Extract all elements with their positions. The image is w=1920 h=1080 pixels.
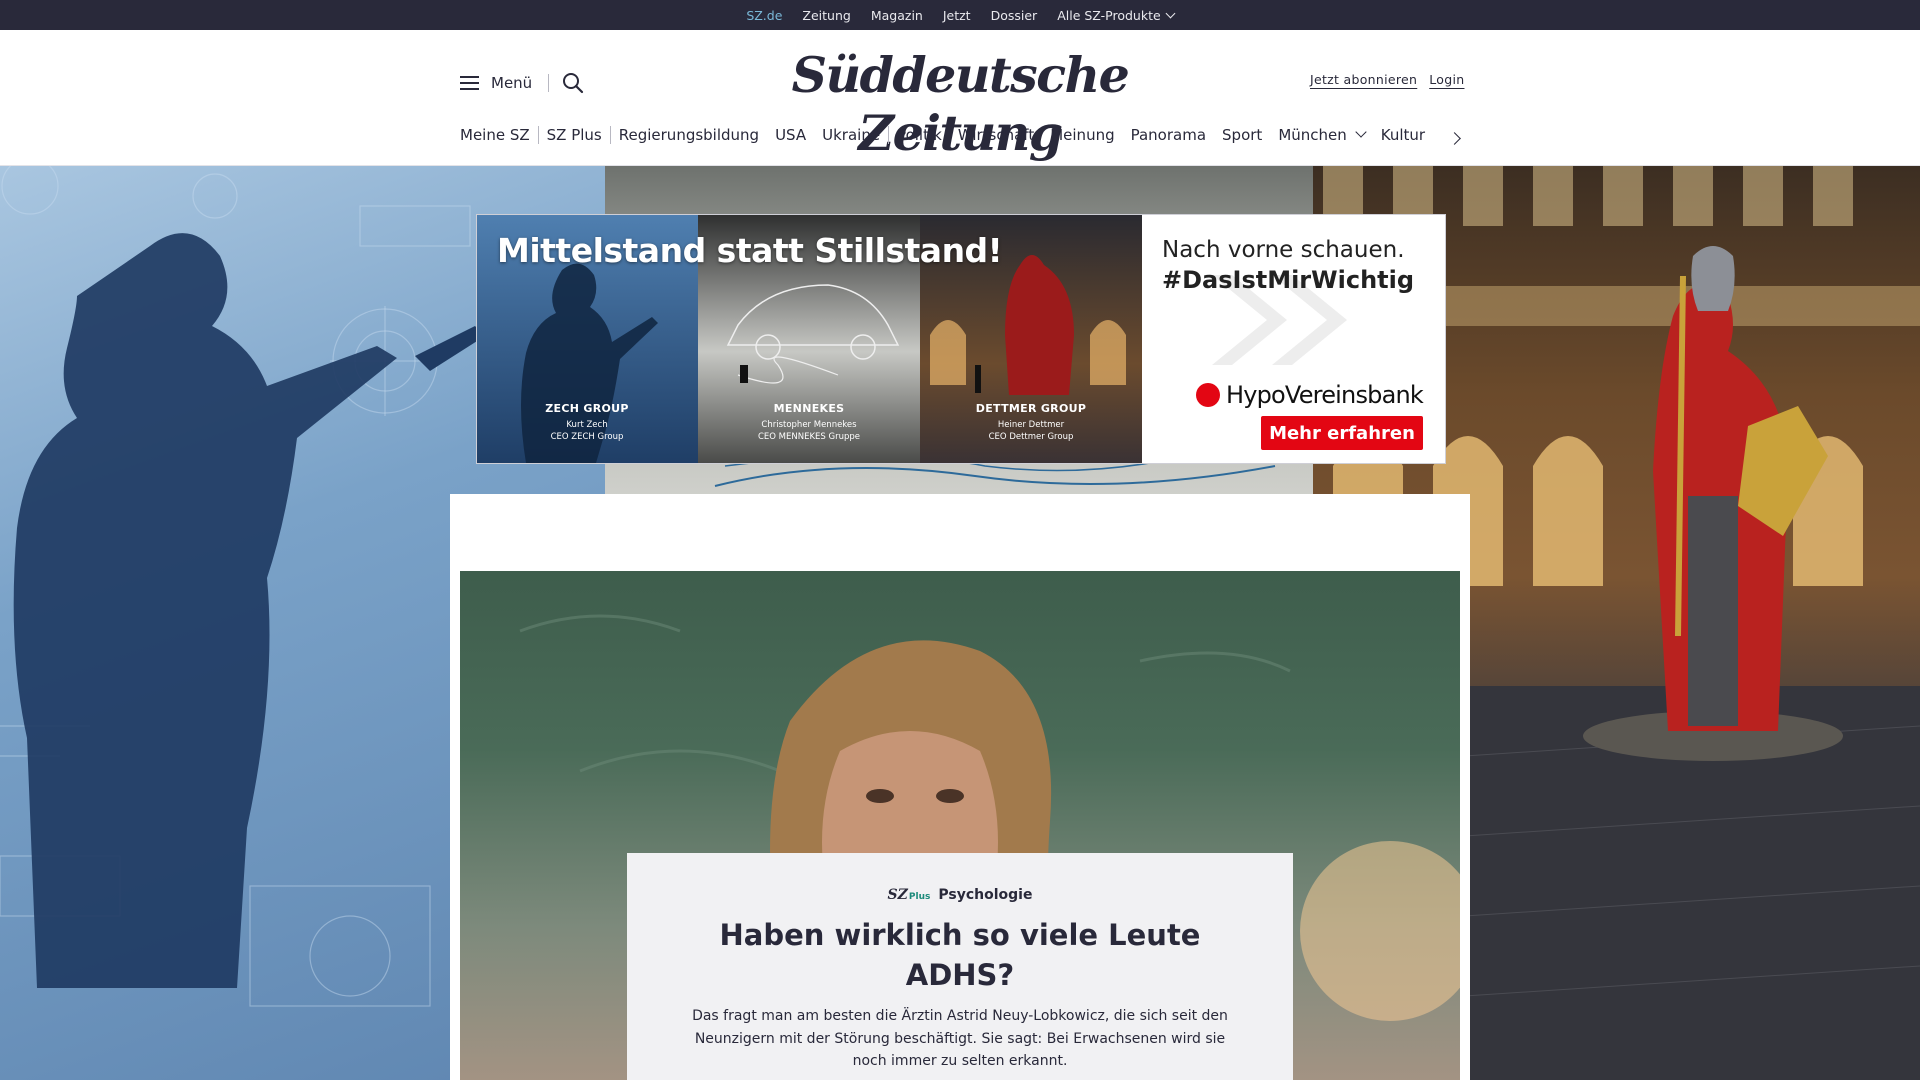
nav-item-muenchen-label: München xyxy=(1278,126,1347,144)
sz-plus-badge: SZPlus xyxy=(888,887,931,903)
chevron-down-icon xyxy=(1355,126,1367,138)
topbar-link-alle-produkte[interactable]: Alle SZ-Produkte xyxy=(1057,7,1176,23)
account-links: Jetzt abonnieren Login xyxy=(1310,72,1464,87)
ad-hashtag: #DasIstMirWichtig xyxy=(1162,266,1415,294)
menu-button[interactable]: Menü xyxy=(460,74,532,92)
search-button[interactable] xyxy=(562,72,584,94)
search-icon xyxy=(563,73,584,94)
ad-slogan: Nach vorne schauen. #DasIstMirWichtig xyxy=(1162,235,1414,295)
ad-slogan-text: Nach vorne schauen. xyxy=(1162,237,1405,263)
ad-caption-zech: ZECH GROUP Kurt Zech CEO ZECH Group xyxy=(487,403,687,443)
topbar-link-dossier[interactable]: Dossier xyxy=(991,8,1038,23)
teaser-kicker: SZPlus Psychologie xyxy=(627,887,1293,903)
ad-person-zech: Kurt Zech xyxy=(566,420,608,430)
sz-plus-badge-sz: SZ xyxy=(887,887,908,903)
nav-scroll-right-icon[interactable] xyxy=(1448,132,1461,145)
sz-plus-badge-plus: Plus xyxy=(908,892,931,902)
site-logo[interactable]: Süddeutsche Zeitung xyxy=(720,46,1200,162)
topbar-link-alle-produkte-label: Alle SZ-Produkte xyxy=(1057,7,1161,23)
chevron-down-icon xyxy=(1165,8,1176,18)
subscribe-link[interactable]: Jetzt abonnieren xyxy=(1310,72,1417,87)
menu-label: Menü xyxy=(491,74,533,92)
ad-company-dettmer: DETTMER GROUP xyxy=(975,402,1087,415)
topbar-link-jetzt[interactable]: Jetzt xyxy=(943,8,971,23)
hamburger-icon xyxy=(460,76,479,90)
top-bar: SZ.de Zeitung Magazin Jetzt Dossier Alle… xyxy=(0,0,1920,34)
nav-item-sz-plus[interactable]: SZ Plus xyxy=(539,126,610,144)
ad-headline: Mittelstand statt Stillstand! xyxy=(497,231,1003,270)
ad-brand: HypoVereinsbank xyxy=(1195,381,1424,409)
nav-item-kultur[interactable]: Kultur xyxy=(1373,126,1433,144)
nav-item-usa[interactable]: USA xyxy=(767,126,814,144)
ad-brand-name: HypoVereinsbank xyxy=(1225,381,1424,409)
ad-role-dettmer: CEO Dettmer Group xyxy=(988,432,1074,442)
nav-item-regierungsbildung[interactable]: Regierungsbildung xyxy=(611,126,767,144)
login-link[interactable]: Login xyxy=(1429,72,1464,87)
nav-item-politik[interactable]: Politik xyxy=(889,126,950,144)
ad-person-dettmer: Heiner Dettmer xyxy=(997,420,1065,430)
nav-item-wirtschaft[interactable]: Wirtschaft xyxy=(950,126,1042,144)
ad-company-mennekes: MENNEKES xyxy=(773,402,845,415)
hypovereinsbank-logo-icon xyxy=(1195,383,1220,407)
article-teaser[interactable]: SZPlus Psychologie Haben wirklich so vie… xyxy=(627,853,1293,1080)
topbar-link-sz-de[interactable]: SZ.de xyxy=(746,8,782,34)
topbar-link-zeitung[interactable]: Zeitung xyxy=(802,8,850,23)
advertisement-banner[interactable]: ZECH GROUP Kurt Zech CEO ZECH Group MENN… xyxy=(476,214,1446,464)
ad-caption-mennekes: MENNEKES Christopher Mennekes CEO MENNEK… xyxy=(709,403,909,443)
site-header: Menü Süddeutsche Zeitung Jetzt abonniere… xyxy=(0,30,1920,166)
ad-role-mennekes: CEO MENNEKES Gruppe xyxy=(757,432,861,442)
teaser-category: Psychologie xyxy=(938,887,1033,903)
ad-role-zech: CEO ZECH Group xyxy=(550,432,624,442)
ad-caption-dettmer: DETTMER GROUP Heiner Dettmer CEO Dettmer… xyxy=(931,403,1131,443)
main-navigation: Meine SZ SZ Plus Regierungsbildung USA U… xyxy=(460,126,1433,144)
nav-item-sport[interactable]: Sport xyxy=(1214,126,1270,144)
ad-cta-button[interactable]: Mehr erfahren xyxy=(1261,416,1423,450)
teaser-title[interactable]: Haben wirklich so viele Leute ADHS? xyxy=(697,915,1223,995)
nav-item-meinung[interactable]: Meinung xyxy=(1042,126,1122,144)
nav-item-panorama[interactable]: Panorama xyxy=(1123,126,1214,144)
nav-item-meine-sz[interactable]: Meine SZ xyxy=(460,126,538,144)
teaser-text: Das fragt man am besten die Ärztin Astri… xyxy=(692,1008,1228,1069)
nav-item-ukraine[interactable]: Ukraine xyxy=(814,126,888,144)
divider xyxy=(548,74,549,92)
nav-item-muenchen[interactable]: München xyxy=(1270,126,1372,144)
ad-brand-area: Nach vorne schauen. #DasIstMirWichtig Hy… xyxy=(1142,215,1445,463)
ad-company-zech: ZECH GROUP xyxy=(545,402,629,415)
topbar-link-magazin[interactable]: Magazin xyxy=(871,8,923,23)
ad-person-mennekes: Christopher Mennekes xyxy=(761,420,857,430)
